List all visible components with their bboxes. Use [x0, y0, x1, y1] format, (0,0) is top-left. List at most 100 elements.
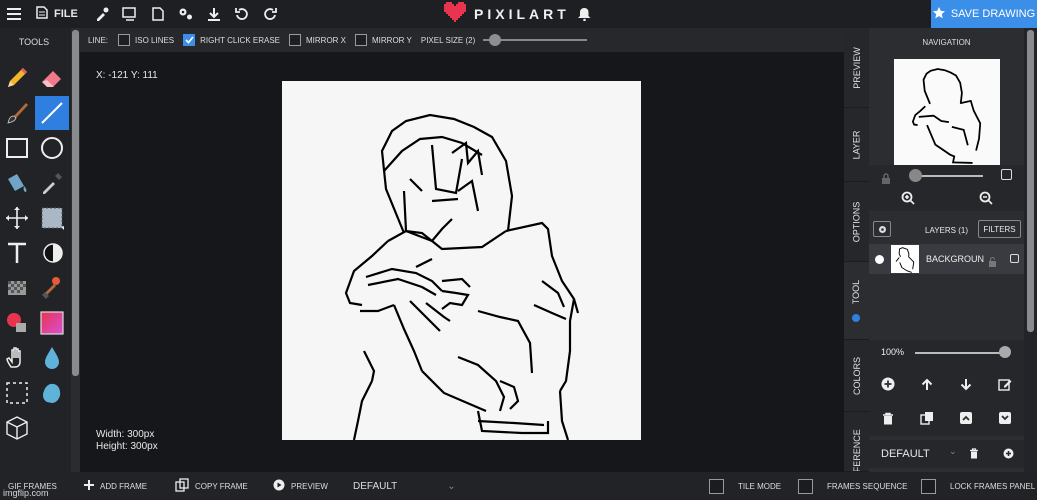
merge-down-icon[interactable] [995, 408, 1015, 428]
fill-bucket-tool[interactable] [0, 166, 34, 200]
iso-lines-option[interactable]: ISO LINES [118, 34, 174, 46]
pencil-tool[interactable] [0, 61, 34, 95]
download-icon[interactable] [200, 0, 228, 28]
navigation-title: NAVIGATION [922, 38, 971, 47]
hand-tool[interactable] [0, 341, 34, 375]
tab-tool[interactable]: TOOL [844, 262, 869, 340]
merge-up-icon[interactable] [956, 408, 976, 428]
eraser-tool[interactable] [35, 61, 69, 95]
page-icon[interactable] [144, 0, 172, 28]
preview-button[interactable]: PREVIEW [273, 472, 328, 500]
workspace[interactable]: X: -121 Y: 111 Width: 300px Height: 300p… [80, 52, 844, 472]
layer-visibility-icon[interactable] [875, 255, 884, 264]
add-layer-icon[interactable] [878, 374, 898, 394]
opacity-slider-track[interactable] [915, 352, 1007, 354]
pixel-size-slider[interactable] [483, 34, 588, 46]
iso-lines-checkbox[interactable] [118, 34, 131, 46]
lock-frames-panel-checkbox[interactable] [921, 478, 936, 494]
tile-mode-checkbox[interactable] [709, 478, 724, 494]
color-picker-tool[interactable] [35, 166, 69, 200]
add-animation-icon[interactable] [1003, 448, 1014, 462]
delete-animation-icon[interactable] [969, 448, 979, 462]
light-dark-tool[interactable] [35, 236, 69, 270]
move-tool[interactable] [0, 201, 34, 235]
tile-mode-label: TILE MODE [738, 481, 782, 491]
dither-tool[interactable] [0, 271, 34, 305]
tab-layer[interactable]: LAYER [844, 108, 869, 182]
blur-tool[interactable] [35, 341, 69, 375]
duplicate-layer-icon[interactable] [917, 408, 937, 428]
ellipse-tool[interactable] [35, 131, 69, 165]
tile-mode-option[interactable]: TILE MODE [709, 472, 781, 500]
brand-name: PIXILART [474, 6, 570, 22]
tab-colors[interactable]: COLORS [844, 340, 869, 412]
tab-options-label: OPTIONS [851, 201, 862, 242]
tab-options[interactable]: OPTIONS [844, 182, 869, 262]
rectangle-tool[interactable] [0, 131, 34, 165]
settings-icon[interactable] [172, 0, 200, 28]
pixel-size-knob[interactable] [489, 34, 502, 46]
redo-icon[interactable] [256, 0, 284, 28]
save-drawing-button[interactable]: SAVE DRAWING [931, 0, 1037, 28]
bell-icon[interactable] [572, 0, 596, 28]
filters-button[interactable]: FILTERS [978, 220, 1021, 238]
mirror-x-checkbox[interactable] [289, 34, 302, 46]
brush-tool[interactable] [0, 96, 34, 130]
resize-icon[interactable] [116, 0, 144, 28]
brand[interactable]: PIXILART [444, 0, 570, 28]
layer-name[interactable]: BACKGROUND [926, 254, 984, 264]
zoom-slider-track[interactable] [913, 175, 983, 177]
right-scroll-thumb[interactable] [1027, 30, 1034, 332]
right-panel-scrollbar[interactable] [1024, 28, 1037, 472]
zoom-slider-knob[interactable] [909, 169, 922, 182]
layer-settings-button[interactable] [873, 221, 891, 237]
stamp-tool[interactable] [35, 271, 69, 305]
move-layer-down-icon[interactable] [956, 374, 976, 394]
text-tool[interactable] [0, 236, 34, 270]
animation-dropdown[interactable]: DEFAULT ⌄ [353, 472, 456, 500]
gradient-tool[interactable] [35, 306, 69, 340]
animation-select-row[interactable]: DEFAULT ⌄ [869, 440, 1024, 468]
mirror-y-option[interactable]: MIRROR Y [355, 34, 412, 46]
layer-operations: 100% [869, 340, 1024, 436]
layer-item[interactable]: BACKGROUND [869, 244, 1024, 274]
selection-tool[interactable] [35, 201, 69, 235]
rename-layer-icon[interactable] [995, 374, 1015, 394]
navigation-preview[interactable] [894, 59, 1000, 165]
right-click-erase-option[interactable]: RIGHT CLICK ERASE [183, 34, 280, 46]
frames-sequence-option[interactable]: FRAMES SEQUENCE [798, 472, 907, 500]
lock-icon[interactable] [881, 171, 891, 189]
opacity-slider-knob[interactable] [999, 346, 1011, 358]
layer-select-checkbox[interactable] [1010, 254, 1019, 263]
3d-cube-tool[interactable] [0, 411, 34, 445]
smudge-tool[interactable] [35, 376, 69, 410]
file-menu-button[interactable]: FILE [28, 0, 88, 28]
tab-reference[interactable]: REFERENCE [844, 412, 869, 472]
add-frame-button[interactable]: ADD FRAME [84, 472, 147, 500]
line-tool[interactable] [35, 96, 69, 130]
mirror-y-checkbox[interactable] [355, 34, 368, 46]
tools-scrollbar[interactable] [71, 28, 80, 472]
dropdown-chevron-icon: ⌄ [447, 480, 456, 492]
layer-lock-icon[interactable] [988, 254, 997, 272]
marquee-tool[interactable] [0, 376, 34, 410]
tab-preview[interactable]: PREVIEW [844, 28, 869, 108]
tools-scroll-thumb[interactable] [72, 30, 79, 376]
copy-frame-button[interactable]: COPY FRAME [175, 472, 248, 500]
right-click-erase-checkbox[interactable] [183, 34, 196, 46]
eyedropper-icon[interactable] [88, 0, 116, 28]
move-layer-up-icon[interactable] [917, 374, 937, 394]
drawing-canvas[interactable] [282, 81, 641, 441]
delete-layer-icon[interactable] [878, 408, 898, 428]
lock-frames-panel-option[interactable]: LOCK FRAMES PANEL [921, 472, 1035, 500]
fit-screen-icon[interactable] [1001, 169, 1012, 180]
undo-icon[interactable] [228, 0, 256, 28]
frames-sequence-checkbox[interactable] [798, 478, 813, 494]
zoom-in-icon[interactable] [901, 191, 915, 210]
menu-icon[interactable] [0, 0, 28, 28]
animation-name[interactable]: DEFAULT [881, 448, 930, 460]
zoom-out-icon[interactable] [979, 191, 993, 210]
chevron-down-icon[interactable]: ⌄ [949, 446, 957, 457]
shape-brush-tool[interactable] [0, 306, 34, 340]
mirror-x-option[interactable]: MIRROR X [289, 34, 346, 46]
